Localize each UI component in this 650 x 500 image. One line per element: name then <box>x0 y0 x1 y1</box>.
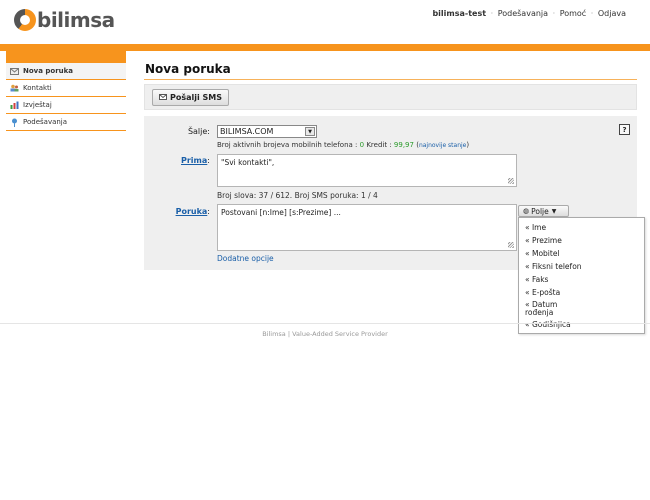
credit-label: Kredit : <box>366 141 392 149</box>
logo-text: bilimsa <box>37 8 115 32</box>
label-colon: : <box>207 207 210 216</box>
footer-divider <box>0 323 650 324</box>
field-menu-item[interactable]: « Ime <box>525 224 546 232</box>
message-label[interactable]: Poruka <box>176 207 208 216</box>
chevron-down-icon: ▼ <box>305 127 315 136</box>
message-label-row: Poruka: <box>160 207 210 216</box>
resize-grip-icon[interactable] <box>508 242 514 248</box>
sidebar-item-label: Kontakti <box>23 84 52 92</box>
field-menu-item[interactable]: « Fiksni telefon <box>525 263 582 271</box>
recipient-label-row: Prima: <box>160 156 210 165</box>
logo[interactable]: bilimsa <box>14 8 115 32</box>
nav-separator: · <box>490 9 494 18</box>
label-colon: : <box>207 156 210 165</box>
nav-separator: · <box>590 9 594 18</box>
more-options-link[interactable]: Dodatne opcije <box>217 254 274 263</box>
recipient-field[interactable]: "Svi kontakti", <box>217 154 517 187</box>
envelope-icon <box>10 67 19 76</box>
character-count: Broj slova: 37 / 612. Broj SMS poruka: 1… <box>217 191 378 200</box>
sidebar-item-report[interactable]: Izvještaj <box>6 97 126 114</box>
help-link[interactable]: Pomoć <box>560 9 587 18</box>
settings-link[interactable]: Podešavanja <box>498 9 548 18</box>
resize-grip-icon[interactable] <box>508 178 514 184</box>
field-menu: « Ime « Prezime « Mobitel « Fiksni telef… <box>518 217 645 334</box>
sender-select[interactable]: BILIMSA.COM ▼ <box>217 125 317 138</box>
sender-select-value: BILIMSA.COM <box>220 127 274 136</box>
active-numbers-count: 0 <box>359 141 365 149</box>
sidebar-item-label: Nova poruka <box>23 67 74 75</box>
field-menu-item[interactable]: « Mobitel <box>525 250 560 258</box>
logout-link[interactable]: Odjava <box>598 9 626 18</box>
field-menu-item[interactable]: « Datum rođenja <box>525 301 569 317</box>
username-link[interactable]: bilimsa-test <box>432 9 486 18</box>
recipient-value: "Svi kontakti", <box>221 158 275 167</box>
field-icon: ◍ <box>523 207 530 215</box>
sidebar-item-new-message[interactable]: Nova poruka <box>6 63 126 80</box>
footer: Bilimsa | Value-Added Service Provider <box>262 330 388 338</box>
field-menu-item[interactable]: « E-pošta <box>525 289 560 297</box>
latest-balance-link[interactable]: najnovije stanje <box>419 142 466 149</box>
logo-mark-icon <box>14 9 36 31</box>
nav-separator: · <box>552 9 556 18</box>
sidebar-item-contacts[interactable]: Kontakti <box>6 80 126 97</box>
sidebar-item-label: Izvještaj <box>23 101 52 109</box>
contacts-icon <box>10 84 19 93</box>
insert-field-label: Polje <box>531 206 549 216</box>
sender-label: Šalje: <box>187 127 210 136</box>
insert-field-button[interactable]: ◍ Polje ▼ <box>518 205 569 217</box>
pin-icon <box>10 118 19 127</box>
header-bar <box>0 44 650 51</box>
field-menu-item[interactable]: « Prezime <box>525 237 562 245</box>
active-numbers-label: Broj aktivnih brojeva mobilnih telefona … <box>217 141 358 149</box>
help-button[interactable]: ? <box>619 124 630 135</box>
send-sms-button[interactable]: Pošalji SMS <box>152 89 230 106</box>
recipient-label[interactable]: Prima <box>181 156 207 165</box>
title-divider <box>144 79 637 80</box>
sidebar-header <box>6 51 126 63</box>
message-value: Postovani [n:Ime] [s:Prezime] ... <box>221 208 341 217</box>
balance-info: Broj aktivnih brojeva mobilnih telefona … <box>217 141 470 149</box>
toolbar: Pošalji SMS <box>144 84 637 110</box>
chart-icon <box>10 101 19 110</box>
sidebar-item-label: Podešavanja <box>23 118 68 126</box>
sidebar-item-settings[interactable]: Podešavanja <box>6 114 126 131</box>
credit-value: 99,97 <box>393 141 414 149</box>
sidebar: Nova poruka Kontakti Izvještaj Podešavan… <box>6 63 126 131</box>
field-menu-item[interactable]: « Faks <box>525 276 548 284</box>
chevron-down-icon: ▼ <box>551 207 557 215</box>
send-sms-label: Pošalji SMS <box>170 93 223 102</box>
top-navigation: bilimsa-test · Podešavanja · Pomoć · Odj… <box>432 9 626 18</box>
message-field[interactable]: Postovani [n:Ime] [s:Prezime] ... <box>217 204 517 251</box>
envelope-icon <box>159 93 167 102</box>
page-title: Nova poruka <box>145 62 231 76</box>
